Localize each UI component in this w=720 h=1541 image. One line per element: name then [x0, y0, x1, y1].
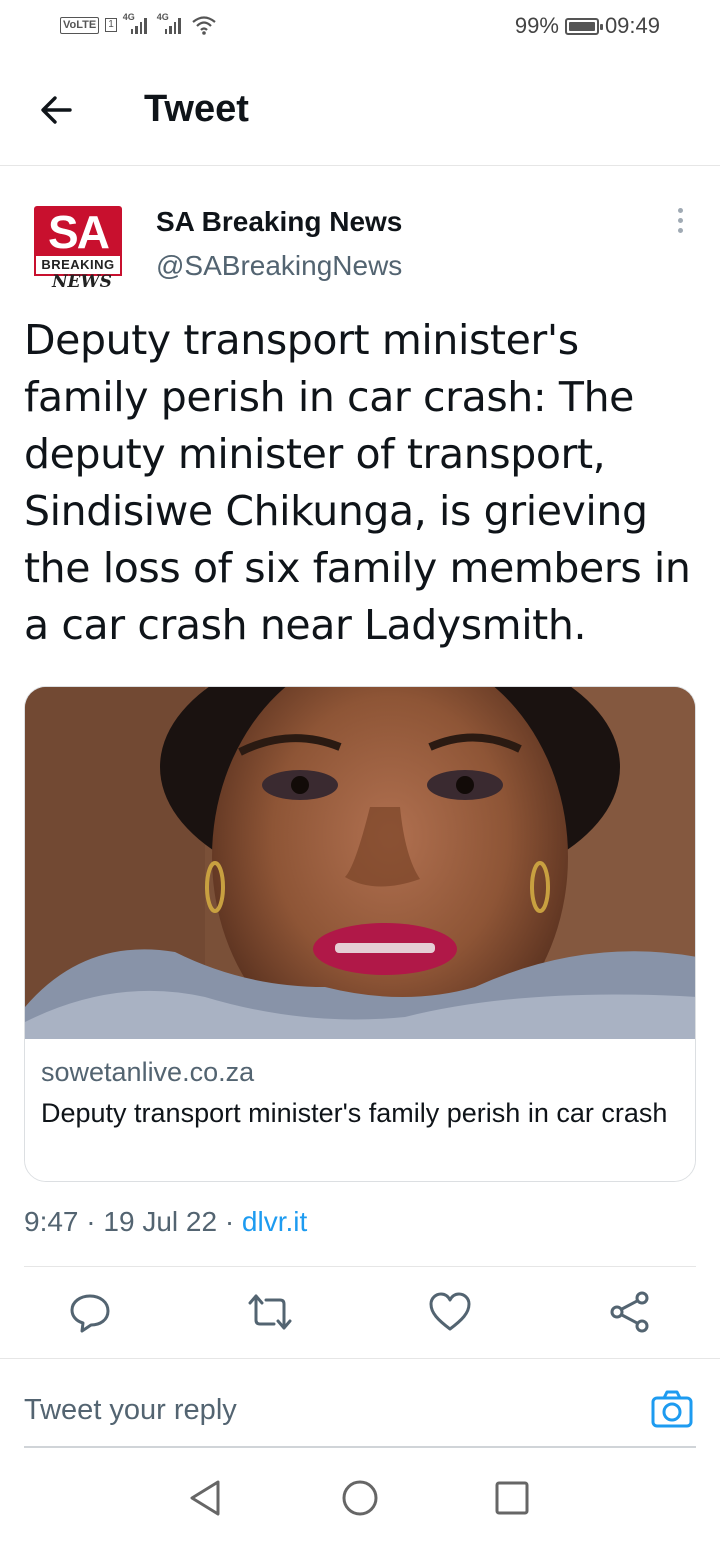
heart-icon[interactable] — [428, 1290, 472, 1334]
tweet-time: 9:47 — [24, 1206, 79, 1237]
signal-icon: 4G — [123, 12, 151, 36]
nav-recents-icon[interactable] — [492, 1478, 532, 1518]
card-image — [25, 687, 695, 1039]
camera-icon[interactable] — [650, 1388, 694, 1432]
status-right: 99% 09:49 — [515, 13, 660, 39]
top-header: Tweet — [0, 56, 720, 166]
status-bar: VoLTE 1 4G 4G 99% 09:49 — [0, 0, 720, 56]
meta-separator: · — [224, 1206, 235, 1237]
arrow-left-icon[interactable] — [36, 90, 76, 130]
nav-home-icon[interactable] — [340, 1478, 380, 1518]
signal-icon-2: 4G — [157, 12, 185, 36]
status-left: VoLTE 1 4G 4G — [60, 12, 217, 36]
logo-sa: SA — [34, 206, 122, 258]
tweet-date: 19 Jul 22 — [103, 1206, 218, 1237]
link-card[interactable]: sowetanlive.co.za Deputy transport minis… — [24, 686, 696, 1182]
tweet-meta: 9:47 · 19 Jul 22 · dlvr.it — [24, 1206, 307, 1238]
tweet-source[interactable]: dlvr.it — [242, 1206, 307, 1237]
card-domain: sowetanlive.co.za — [41, 1057, 255, 1087]
card-meta: sowetanlive.co.za Deputy transport minis… — [25, 1039, 695, 1181]
system-nav-bar — [0, 1448, 720, 1541]
reply-input[interactable] — [24, 1390, 584, 1430]
share-icon[interactable] — [608, 1290, 652, 1334]
page-title: Tweet — [144, 88, 249, 130]
meta-separator: · — [86, 1206, 96, 1237]
logo-news: NEWS — [52, 272, 112, 292]
wifi-icon — [192, 16, 216, 35]
more-vertical-icon[interactable] — [670, 206, 690, 240]
divider — [0, 1358, 720, 1359]
retweet-icon[interactable] — [248, 1290, 292, 1334]
clock: 09:49 — [604, 13, 660, 38]
sim-badge: 1 — [105, 18, 117, 32]
battery-percent: 99% — [514, 13, 559, 38]
card-title: Deputy transport minister's family peris… — [41, 1098, 668, 1128]
divider — [24, 1266, 696, 1267]
battery-icon — [564, 17, 603, 35]
reply-icon[interactable] — [68, 1290, 112, 1334]
nav-back-icon[interactable] — [186, 1478, 226, 1518]
author-handle[interactable]: @SABreakingNews — [156, 250, 402, 282]
avatar[interactable]: SA BREAKING NEWS — [34, 206, 124, 292]
action-bar — [0, 1290, 720, 1342]
volte-badge: VoLTE — [60, 16, 100, 34]
tweet-text: Deputy transport minister's family peris… — [24, 316, 691, 649]
author-name[interactable]: SA Breaking News — [156, 206, 402, 238]
